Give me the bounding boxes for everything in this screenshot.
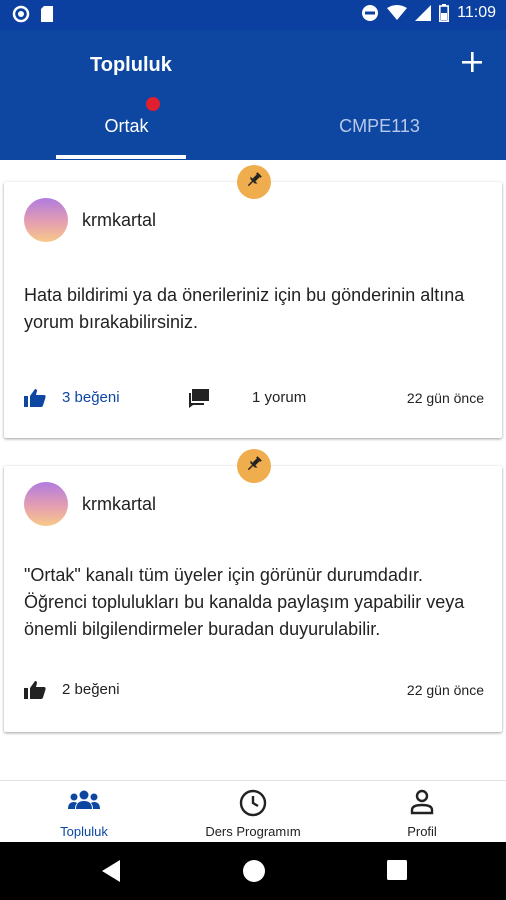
post-card[interactable]: krmkartal "Ortak" kanalı tüm üyeler için… — [4, 449, 502, 732]
battery-icon — [439, 4, 450, 22]
tab-ortak-label: Ortak — [104, 116, 149, 136]
people-icon — [68, 789, 100, 818]
nav-item-topluluk[interactable]: Topluluk — [0, 781, 168, 843]
back-icon[interactable] — [100, 859, 122, 888]
author-name[interactable]: krmkartal — [82, 210, 156, 231]
notification-dot — [146, 97, 160, 111]
clock-icon — [239, 789, 267, 822]
pin-badge — [237, 449, 271, 483]
post-actions: 2 beğeni 22 gün önce — [4, 676, 502, 706]
nav-item-profil[interactable]: Profil — [338, 781, 506, 843]
nav-label: Topluluk — [60, 824, 108, 839]
tab-cmpe113-label: CMPE113 — [339, 116, 420, 136]
home-icon[interactable] — [242, 859, 266, 888]
nav-label: Ders Programım — [205, 824, 301, 839]
do-not-disturb-icon — [361, 4, 379, 22]
recent-apps-icon[interactable] — [386, 859, 408, 886]
app-bar: Topluluk Ortak CMPE113 — [0, 30, 506, 160]
like-count[interactable]: 2 beğeni — [62, 681, 120, 698]
page-title: Topluluk — [90, 54, 172, 76]
plus-icon — [461, 51, 483, 78]
bottom-navigation: Topluluk Ders Programım Profil — [0, 780, 506, 842]
post-body: "Ortak" kanalı tüm üyeler için görünür d… — [24, 565, 465, 639]
system-navigation-bar — [0, 842, 506, 900]
sync-circle-icon — [12, 5, 30, 23]
post-feed: krmkartal Hata bildirimi ya da önerileri… — [0, 160, 506, 780]
status-bar: 11:09 — [0, 0, 506, 30]
signal-icon — [415, 5, 432, 21]
wifi-icon — [387, 5, 408, 21]
author-name[interactable]: krmkartal — [82, 494, 156, 515]
add-button[interactable] — [456, 48, 488, 80]
clock-time: 11:09 — [457, 4, 496, 21]
comment-icon[interactable] — [188, 388, 210, 413]
tab-indicator — [56, 155, 186, 159]
post-card[interactable]: krmkartal Hata bildirimi ya da önerileri… — [4, 165, 502, 438]
thumbs-up-icon[interactable] — [24, 680, 46, 705]
pin-badge — [237, 165, 271, 199]
avatar[interactable] — [24, 482, 68, 526]
tab-cmpe113[interactable]: CMPE113 — [253, 116, 506, 160]
like-count[interactable]: 3 beğeni — [62, 389, 120, 406]
person-icon — [410, 789, 434, 820]
avatar[interactable] — [24, 198, 68, 242]
tab-ortak[interactable]: Ortak — [0, 116, 253, 160]
pin-icon — [245, 455, 263, 478]
nav-item-ders-programim[interactable]: Ders Programım — [169, 781, 337, 843]
pin-icon — [245, 171, 263, 194]
post-timestamp: 22 gün önce — [406, 682, 484, 698]
post-timestamp: 22 gün önce — [406, 390, 484, 406]
comment-count[interactable]: 1 yorum — [252, 389, 306, 406]
post-actions: 3 beğeni 1 yorum 22 gün önce — [4, 384, 502, 414]
thumbs-up-icon[interactable] — [24, 388, 46, 413]
post-body: Hata bildirimi ya da önerileriniz için b… — [24, 285, 465, 332]
nav-label: Profil — [407, 824, 437, 839]
sd-card-icon — [40, 5, 54, 23]
